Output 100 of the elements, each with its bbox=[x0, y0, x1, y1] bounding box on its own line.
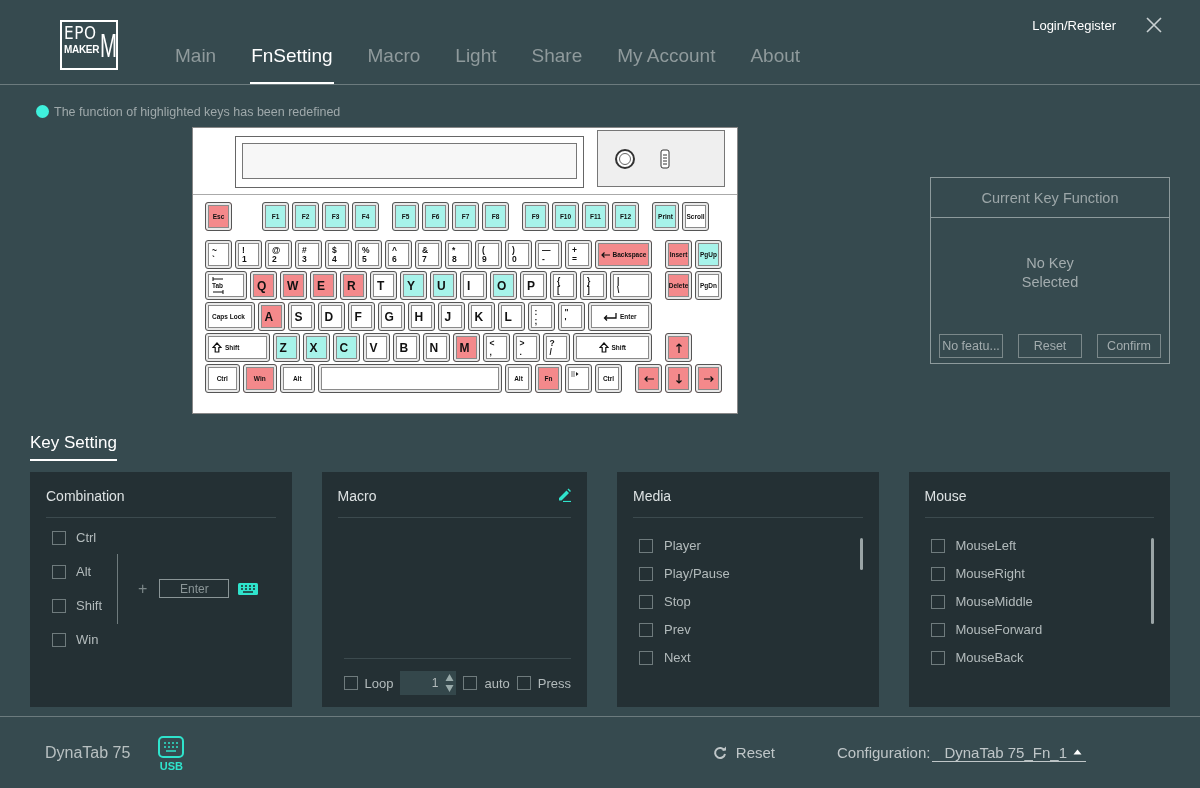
checkbox[interactable] bbox=[52, 598, 66, 613]
checkbox[interactable] bbox=[639, 538, 653, 553]
keyboard-key[interactable]: H bbox=[407, 302, 435, 331]
stepper-arrows-icon[interactable] bbox=[445, 673, 455, 693]
keyboard-key[interactable]: W bbox=[280, 271, 307, 300]
keyboard-key[interactable]: > . bbox=[512, 333, 540, 362]
left-arrow-icon bbox=[600, 251, 610, 258]
legend-text: The function of highlighted keys has been redefined bbox=[54, 104, 341, 119]
checkbox[interactable] bbox=[52, 564, 66, 579]
keyboard-key[interactable]: Q bbox=[250, 271, 277, 300]
shift-arrow-icon bbox=[212, 342, 222, 353]
tab-arrows-icon bbox=[212, 277, 224, 281]
panel-button[interactable]: Reset bbox=[1018, 334, 1082, 358]
pencil-icon[interactable] bbox=[557, 487, 571, 502]
spacebar-key[interactable] bbox=[317, 364, 502, 393]
keyboard-key[interactable]: E bbox=[310, 271, 337, 300]
switch-icon bbox=[660, 148, 670, 169]
checkbox[interactable] bbox=[930, 538, 945, 553]
keyboard-key[interactable]: * 8 bbox=[445, 240, 472, 269]
reset-button[interactable]: Reset bbox=[712, 744, 775, 761]
keyboard-key[interactable] bbox=[565, 364, 592, 393]
checkbox[interactable] bbox=[930, 650, 945, 665]
checkbox[interactable] bbox=[516, 676, 531, 690]
close-icon[interactable] bbox=[1146, 17, 1162, 33]
checkbox-label: Alt bbox=[76, 564, 92, 579]
keyboard-key[interactable]: < , bbox=[482, 333, 510, 362]
enter-arrow-icon bbox=[602, 312, 617, 321]
keyboard-key[interactable]: U bbox=[430, 271, 457, 300]
checkbox[interactable] bbox=[930, 594, 945, 609]
keyboard-key[interactable]: ( 9 bbox=[475, 240, 502, 269]
keyboard-key[interactable]: F bbox=[347, 302, 375, 331]
checkbox-label: MouseForward bbox=[955, 622, 1043, 637]
keyboard-key[interactable]: O bbox=[490, 271, 517, 300]
keyboard-key[interactable]: @ 2 bbox=[265, 240, 292, 269]
keyboard-key[interactable]: % 5 bbox=[355, 240, 382, 269]
section-tab[interactable]: Key Setting bbox=[30, 433, 117, 461]
keyboard-key[interactable]: — - bbox=[535, 240, 562, 269]
device-name: DynaTab 75 bbox=[45, 743, 131, 762]
checkbox[interactable] bbox=[930, 622, 945, 637]
keyboard-key[interactable]: : ; bbox=[527, 302, 555, 331]
keyboard-key[interactable] bbox=[635, 364, 662, 393]
keyboard-key[interactable]: ^ 6 bbox=[385, 240, 412, 269]
checkbox-label: Shift bbox=[76, 598, 102, 613]
keyboard-key[interactable]: Y bbox=[400, 271, 427, 300]
keyboard-icon[interactable] bbox=[238, 582, 259, 595]
keyboard-key[interactable]: | \ bbox=[610, 271, 652, 300]
checkbox[interactable] bbox=[52, 530, 66, 545]
keyboard-key[interactable]: ? / bbox=[542, 333, 570, 362]
checkbox[interactable] bbox=[343, 676, 358, 690]
keyboard-key[interactable]: D bbox=[317, 302, 345, 331]
configuration-dropdown[interactable]: DynaTab 75_Fn_1 bbox=[932, 743, 1086, 762]
checkbox[interactable] bbox=[463, 676, 478, 690]
keyboard-key[interactable]: L bbox=[497, 302, 525, 331]
keyboard-key[interactable]: K bbox=[467, 302, 495, 331]
scrollbar-thumb[interactable] bbox=[859, 538, 863, 570]
keyboard-key[interactable]: " ' bbox=[557, 302, 585, 331]
keyboard-key[interactable]: # 3 bbox=[295, 240, 322, 269]
keyboard-key[interactable]: X bbox=[302, 333, 330, 362]
keyboard-key[interactable]: J bbox=[437, 302, 465, 331]
keyboard-key[interactable] bbox=[695, 364, 722, 393]
keyboard-key[interactable]: N bbox=[422, 333, 450, 362]
shift-arrow-icon bbox=[598, 342, 609, 353]
keyboard-key[interactable]: C bbox=[332, 333, 360, 362]
checkbox[interactable] bbox=[52, 632, 66, 647]
keyboard-key[interactable]: ~ ` bbox=[205, 240, 232, 269]
tab-arrows-icon bbox=[212, 290, 224, 294]
panel-button[interactable]: No featu... bbox=[939, 334, 1003, 358]
key-field[interactable]: Enter bbox=[159, 579, 230, 598]
keyboard-key[interactable]: ) 0 bbox=[505, 240, 532, 269]
keyboard-key[interactable]: B bbox=[392, 333, 420, 362]
keyboard-key[interactable] bbox=[665, 333, 692, 362]
keyboard-key[interactable]: G bbox=[377, 302, 405, 331]
checkbox[interactable] bbox=[639, 622, 653, 637]
keyboard-key[interactable]: } ] bbox=[580, 271, 607, 300]
keyboard-key[interactable]: $ 4 bbox=[325, 240, 352, 269]
panel-button[interactable]: Confirm bbox=[1097, 334, 1161, 358]
keyboard-key[interactable] bbox=[665, 364, 692, 393]
keyboard-key[interactable]: V bbox=[362, 333, 390, 362]
login-link[interactable]: Login/Register bbox=[1032, 17, 1116, 33]
repeat-count-field[interactable]: 1 bbox=[400, 671, 457, 695]
keyboard-key[interactable]: Z bbox=[272, 333, 300, 362]
keyboard-key[interactable]: R bbox=[340, 271, 367, 300]
checkbox-label: Loop bbox=[364, 675, 394, 691]
keyboard-key[interactable]: + = bbox=[565, 240, 592, 269]
keyboard-key[interactable]: & 7 bbox=[415, 240, 442, 269]
checkbox[interactable] bbox=[639, 566, 653, 581]
keyboard-key[interactable]: { [ bbox=[550, 271, 577, 300]
checkbox[interactable] bbox=[639, 650, 653, 665]
keyboard-key[interactable]: ! 1 bbox=[235, 240, 262, 269]
keyboard-key[interactable]: I bbox=[460, 271, 487, 300]
checkbox-label: Prev bbox=[664, 622, 691, 637]
keyboard-key[interactable]: A bbox=[257, 302, 285, 331]
nav-tab[interactable]: FnSetting bbox=[250, 45, 334, 84]
keyboard-key[interactable]: P bbox=[520, 271, 547, 300]
scrollbar-thumb[interactable] bbox=[1151, 538, 1154, 624]
checkbox[interactable] bbox=[639, 594, 653, 609]
keyboard-key[interactable]: S bbox=[287, 302, 315, 331]
keyboard-key[interactable]: T bbox=[370, 271, 397, 300]
checkbox[interactable] bbox=[930, 566, 945, 581]
keyboard-key[interactable]: M bbox=[452, 333, 480, 362]
